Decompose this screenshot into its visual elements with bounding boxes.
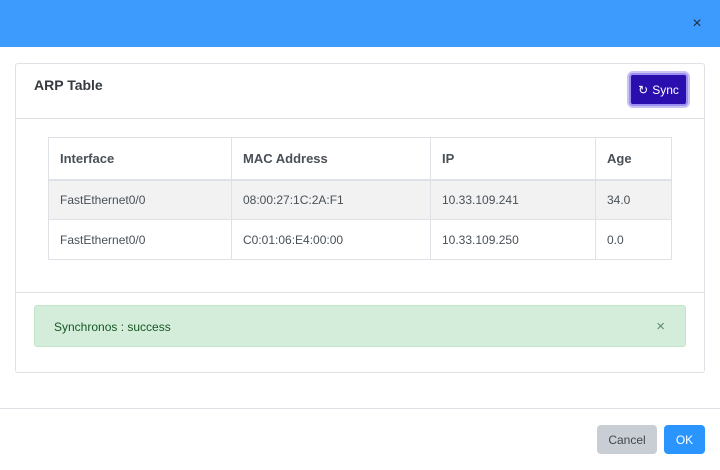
- card-header: ARP Table ↻ Sync: [16, 64, 704, 119]
- ok-button[interactable]: OK: [664, 425, 705, 454]
- arp-table: Interface MAC Address IP Age FastEtherne…: [48, 137, 672, 260]
- cancel-button[interactable]: Cancel: [597, 425, 657, 454]
- cell-ip: 10.33.109.241: [430, 179, 596, 220]
- modal-dialog: × ARP Table ↻ Sync Interface MAC Address…: [0, 0, 720, 470]
- alert-message: Synchronos : success: [54, 320, 171, 334]
- card-title: ARP Table: [34, 77, 103, 93]
- column-header-mac: MAC Address: [231, 137, 431, 181]
- table-row: FastEthernet0/0 08:00:27:1C:2A:F1 10.33.…: [48, 179, 672, 220]
- arp-card: ARP Table ↻ Sync Interface MAC Address I…: [15, 63, 705, 373]
- modal-header: ×: [0, 0, 720, 47]
- cell-age: 34.0: [595, 179, 672, 220]
- cell-mac: 08:00:27:1C:2A:F1: [231, 179, 431, 220]
- table-header-row: Interface MAC Address IP Age: [48, 137, 672, 181]
- table-row: FastEthernet0/0 C0:01:06:E4:00:00 10.33.…: [48, 219, 672, 260]
- alert-close-icon[interactable]: ×: [656, 318, 665, 335]
- column-header-ip: IP: [430, 137, 596, 181]
- sync-label: Sync: [652, 82, 679, 97]
- success-alert: Synchronos : success ×: [34, 305, 686, 347]
- footer-divider: [0, 408, 720, 409]
- column-header-interface: Interface: [48, 137, 232, 181]
- card-divider: [16, 292, 704, 293]
- cell-interface: FastEthernet0/0: [48, 179, 232, 220]
- column-header-age: Age: [595, 137, 672, 181]
- sync-button[interactable]: ↻ Sync: [629, 73, 688, 106]
- sync-icon: ↻: [638, 82, 649, 97]
- cell-age: 0.0: [595, 219, 672, 260]
- close-icon[interactable]: ×: [690, 16, 704, 32]
- cell-interface: FastEthernet0/0: [48, 219, 232, 260]
- cell-mac: C0:01:06:E4:00:00: [231, 219, 431, 260]
- cell-ip: 10.33.109.250: [430, 219, 596, 260]
